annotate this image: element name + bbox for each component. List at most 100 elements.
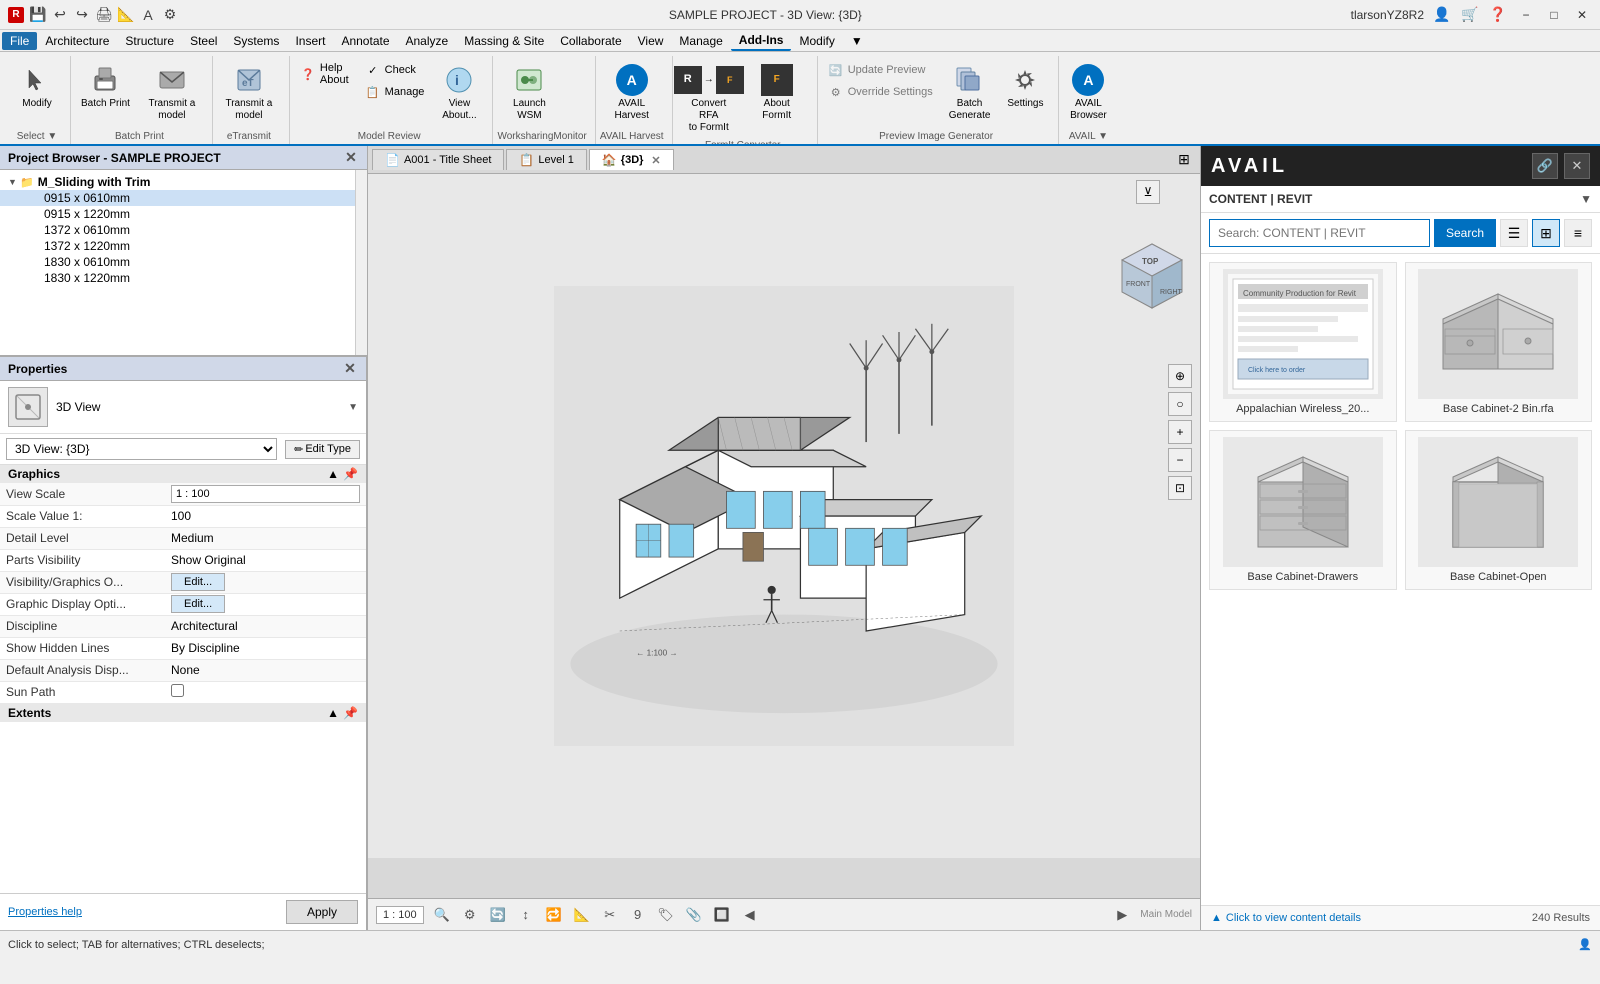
nav-icon-12[interactable]: ◀ [740, 905, 760, 925]
check-button[interactable]: ✓ Check [359, 60, 431, 80]
avail-harvest-button[interactable]: A AVAIL Harvest [600, 60, 664, 126]
avail-link-icon[interactable]: 🔗 [1532, 153, 1558, 179]
convert-rfa-button[interactable]: R → F Convert RFAto FormIt [677, 60, 741, 138]
manage-button[interactable]: 📋 Manage [359, 82, 431, 102]
help-icon[interactable]: ❓ [1488, 5, 1508, 25]
type-dropdown-arrow[interactable]: ▼ [348, 402, 358, 413]
user-icon[interactable]: 👤 [1432, 5, 1452, 25]
redo-icon[interactable]: ↪ [72, 5, 92, 25]
text-icon[interactable]: A [138, 5, 158, 25]
launch-wsm-button[interactable]: Launch WSM [497, 60, 561, 126]
maximize-button[interactable]: □ [1544, 5, 1564, 25]
nav-icon-11[interactable]: 🔲 [712, 905, 732, 925]
menu-annotate[interactable]: Annotate [333, 32, 397, 50]
zoom-in-button[interactable]: + [1168, 420, 1192, 444]
menu-analyze[interactable]: Analyze [398, 32, 457, 50]
menu-structure[interactable]: Structure [117, 32, 182, 50]
menu-manage[interactable]: Manage [671, 32, 730, 50]
menu-steel[interactable]: Steel [182, 32, 225, 50]
override-settings-button[interactable]: ⚙ Override Settings [822, 82, 939, 102]
avail-card-appalachian[interactable]: Community Production for Revit Click her… [1209, 262, 1397, 422]
save-icon[interactable]: 💾 [28, 5, 48, 25]
batch-generate-button[interactable]: BatchGenerate [943, 60, 997, 126]
nav-icon-5[interactable]: 🔁 [544, 905, 564, 925]
avail-search-input[interactable] [1209, 219, 1430, 247]
sun-path-checkbox[interactable] [171, 684, 184, 697]
menu-massing[interactable]: Massing & Site [456, 32, 552, 50]
zoom-out-button[interactable]: − [1168, 448, 1192, 472]
menu-more[interactable]: ▼ [843, 32, 871, 50]
nav-icon-9[interactable]: 🏷 [656, 905, 676, 925]
menu-collaborate[interactable]: Collaborate [552, 32, 629, 50]
viewport-collapse-button[interactable]: ⊞ [1172, 148, 1196, 172]
graphic-display-edit-button[interactable]: Edit... [171, 595, 225, 613]
menu-architecture[interactable]: Architecture [37, 32, 117, 50]
menu-file[interactable]: File [2, 32, 37, 50]
cart-icon[interactable]: 🛒 [1460, 5, 1480, 25]
visibility-edit-button[interactable]: Edit... [171, 573, 225, 591]
transmit-model-button[interactable]: Transmit a model [140, 60, 204, 126]
browser-scrollbar[interactable] [355, 170, 367, 355]
update-preview-button[interactable]: 🔄 Update Preview [822, 60, 939, 80]
viewport-expand-icon[interactable]: ⊻ [1136, 180, 1160, 204]
prop-value-sun-path[interactable] [165, 681, 366, 703]
avail-close-icon[interactable]: ✕ [1564, 153, 1590, 179]
tree-item-4[interactable]: 1372 x 1220mm [0, 238, 355, 254]
nav-icon-6[interactable]: 📐 [572, 905, 592, 925]
about-formit-button[interactable]: F About FormIt [745, 60, 809, 126]
apply-button[interactable]: Apply [286, 900, 358, 924]
tree-item-0[interactable]: ▼ 📁 M_Sliding with Trim [0, 174, 355, 190]
viewport-expand-btn[interactable]: ⊻ [1136, 180, 1160, 204]
viewport-ctrl-2[interactable]: ○ [1168, 392, 1192, 416]
settings-quick-icon[interactable]: ⚙ [160, 5, 180, 25]
nav-icon-4[interactable]: ↕ [516, 905, 536, 925]
print-quick-icon[interactable]: 🖨 [94, 5, 114, 25]
measure-icon[interactable]: 📐 [116, 5, 136, 25]
menu-modify[interactable]: Modify [791, 32, 842, 50]
properties-help-link[interactable]: Properties help [8, 906, 82, 918]
menu-add-ins[interactable]: Add-Ins [731, 31, 792, 51]
undo-icon[interactable]: ↩ [50, 5, 70, 25]
avail-content-details-link[interactable]: ▲ Click to view content details [1211, 912, 1361, 924]
fit-view-button[interactable]: ⊡ [1168, 476, 1192, 500]
vp-tab-title-sheet[interactable]: 📄 A001 - Title Sheet [372, 149, 504, 170]
viewport-ctrl-1[interactable]: ⊕ [1168, 364, 1192, 388]
prop-value-graphic-display[interactable]: Edit... [165, 593, 366, 615]
nav-icon-3[interactable]: 🔄 [488, 905, 508, 925]
avail-filter-button[interactable]: ≡ [1564, 219, 1592, 247]
view-dropdown[interactable]: 3D View: {3D} [6, 438, 277, 460]
prop-value-visibility[interactable]: Edit... [165, 571, 366, 593]
vp-tab-level1[interactable]: 📋 Level 1 [506, 149, 586, 170]
avail-card-base-cabinet-open[interactable]: Base Cabinet-Open [1405, 430, 1593, 590]
tree-item-3[interactable]: 1372 x 0610mm [0, 222, 355, 238]
nav-icon-right[interactable]: ▶ [1112, 905, 1132, 925]
avail-grid-view-button[interactable]: ⊞ [1532, 219, 1560, 247]
graphics-section-header[interactable]: Graphics ▲ 📌 [0, 465, 366, 483]
avail-list-view-button[interactable]: ☰ [1500, 219, 1528, 247]
close-button[interactable]: ✕ [1572, 5, 1592, 25]
modify-button[interactable]: Modify [12, 60, 62, 114]
nav-cube[interactable]: TOP FRONT RIGHT [1112, 234, 1192, 314]
etransmit-button[interactable]: eT Transmit a model [217, 60, 281, 126]
view-scale-input[interactable] [171, 485, 360, 503]
avail-content-dropdown[interactable]: ▼ [1580, 192, 1592, 206]
project-browser-close[interactable]: ✕ [343, 150, 359, 166]
batch-print-button[interactable]: Batch Print [75, 60, 136, 114]
avail-search-button[interactable]: Search [1434, 219, 1496, 247]
settings-button[interactable]: Settings [1000, 60, 1050, 114]
view-about-button[interactable]: i ViewAbout... [434, 60, 484, 126]
prop-value-view-scale[interactable] [165, 483, 366, 505]
minimize-button[interactable]: − [1516, 5, 1536, 25]
avail-card-base-cabinet-2bin[interactable]: Base Cabinet-2 Bin.rfa [1405, 262, 1593, 422]
tree-item-1[interactable]: 0915 x 0610mm [0, 190, 355, 206]
menu-view[interactable]: View [630, 32, 672, 50]
vp-tab-close-3d[interactable]: ✕ [651, 154, 660, 167]
tree-item-2[interactable]: 0915 x 1220mm [0, 206, 355, 222]
nav-icon-1[interactable]: 🔍 [432, 905, 452, 925]
nav-icon-10[interactable]: 📎 [684, 905, 704, 925]
extents-section-header[interactable]: Extents ▲ 📌 [0, 704, 366, 722]
nav-icon-2[interactable]: ⚙ [460, 905, 480, 925]
tree-item-6[interactable]: 1830 x 1220mm [0, 270, 355, 286]
vp-tab-3d[interactable]: 🏠 {3D} ✕ [589, 149, 674, 170]
tree-item-5[interactable]: 1830 x 0610mm [0, 254, 355, 270]
